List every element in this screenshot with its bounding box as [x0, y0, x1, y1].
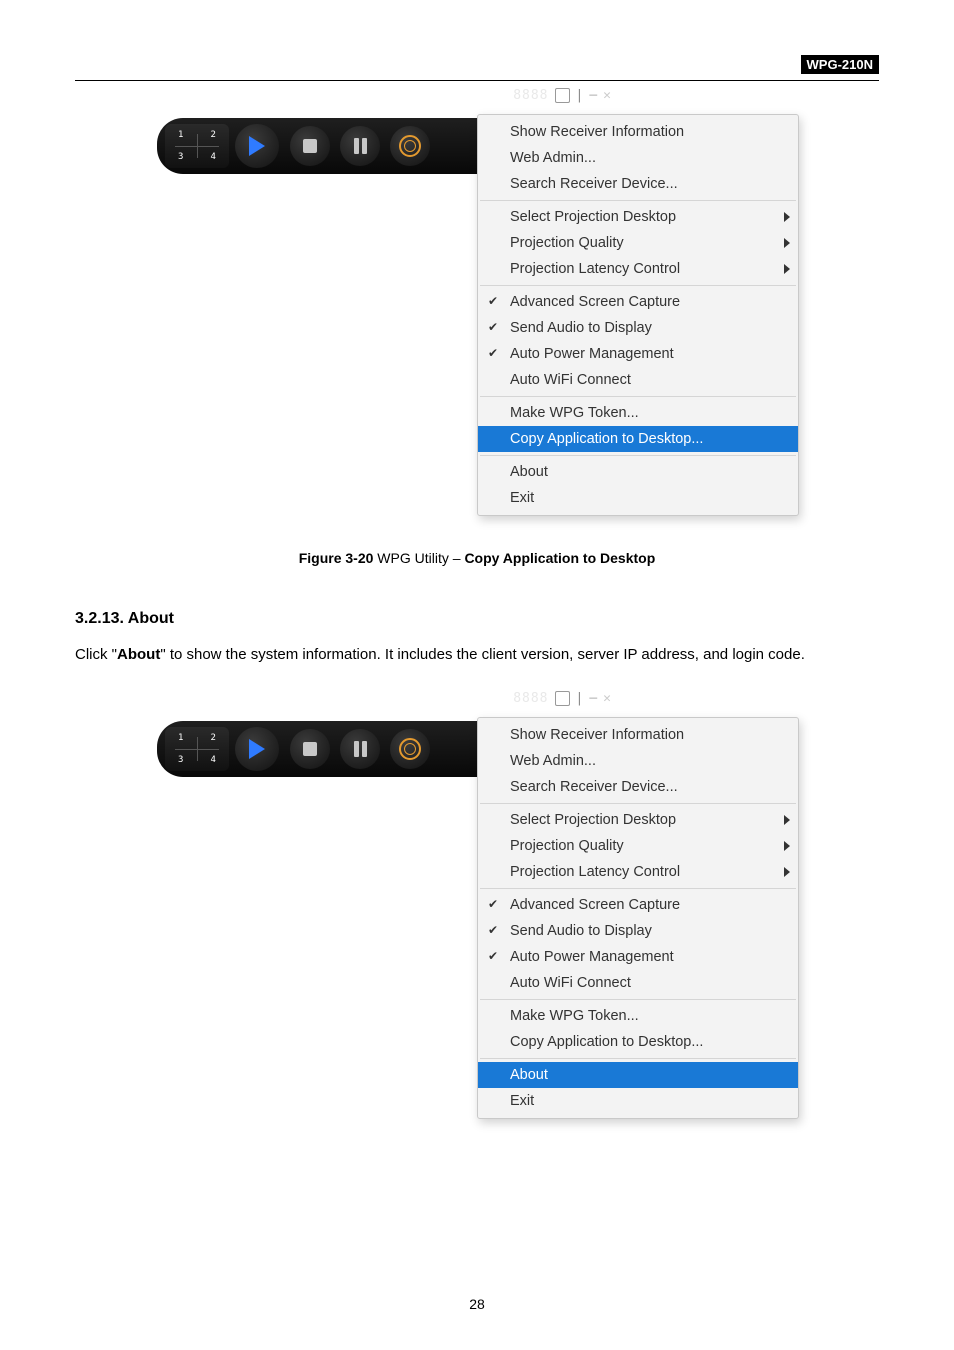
bar-top-strip: 8888 | – ✕ [513, 691, 611, 706]
menu-separator [480, 200, 796, 201]
pause-button[interactable] [340, 729, 380, 769]
menu-item[interactable]: Show Receiver Information [478, 722, 798, 748]
play-icon [249, 136, 265, 156]
header-rule [75, 80, 879, 81]
menu-item[interactable]: Copy Application to Desktop... [478, 1029, 798, 1055]
menu-item[interactable]: Copy Application to Desktop... [478, 426, 798, 452]
context-menu-1: Show Receiver InformationWeb Admin...Sea… [477, 114, 799, 516]
menu-item[interactable]: Select Projection Desktop [478, 807, 798, 833]
menu-item[interactable]: Search Receiver Device... [478, 774, 798, 800]
menu-item[interactable]: Show Receiver Information [478, 119, 798, 145]
menu-separator [480, 803, 796, 804]
menu-item[interactable]: Select Projection Desktop [478, 204, 798, 230]
divider-icon: | [576, 88, 584, 103]
menu-item[interactable]: Projection Quality [478, 230, 798, 256]
menu-item[interactable]: Auto WiFi Connect [478, 970, 798, 996]
page-number: 28 [0, 1296, 954, 1312]
bar-top-strip: 8888 | – ✕ [513, 88, 611, 103]
globe-icon [399, 738, 421, 760]
stop-icon [303, 139, 317, 153]
menu-item[interactable]: Advanced Screen Capture [478, 289, 798, 315]
play-button[interactable] [235, 124, 279, 168]
menu-item[interactable]: Projection Latency Control [478, 859, 798, 885]
menu-separator [480, 455, 796, 456]
pause-button[interactable] [340, 126, 380, 166]
menu-separator [480, 999, 796, 1000]
network-button[interactable] [390, 126, 430, 166]
section-paragraph: Click "About" to show the system informa… [75, 646, 879, 663]
menu-item[interactable]: Auto WiFi Connect [478, 367, 798, 393]
menu-item[interactable]: Advanced Screen Capture [478, 892, 798, 918]
pause-icon [354, 138, 367, 154]
code-display: 8888 [513, 88, 548, 103]
pause-icon [354, 741, 367, 757]
stop-button[interactable] [290, 729, 330, 769]
close-icon[interactable]: ✕ [603, 691, 611, 706]
menu-item[interactable]: Make WPG Token... [478, 1003, 798, 1029]
menu-icon[interactable] [555, 88, 570, 103]
menu-item[interactable]: Exit [478, 1088, 798, 1114]
stop-button[interactable] [290, 126, 330, 166]
menu-separator [480, 888, 796, 889]
menu-item[interactable]: About [478, 1062, 798, 1088]
menu-item[interactable]: Projection Latency Control [478, 256, 798, 282]
minimize-icon[interactable]: – [589, 691, 597, 706]
close-icon[interactable]: ✕ [603, 88, 611, 103]
menu-icon[interactable] [555, 691, 570, 706]
divider-icon: | [576, 691, 584, 706]
menu-item[interactable]: Auto Power Management [478, 944, 798, 970]
menu-item[interactable]: Send Audio to Display [478, 918, 798, 944]
quadrant-selector[interactable]: 1 2 3 4 [165, 124, 229, 168]
menu-item[interactable]: About [478, 459, 798, 485]
network-button[interactable] [390, 729, 430, 769]
menu-item[interactable]: Exit [478, 485, 798, 511]
code-display: 8888 [513, 691, 548, 706]
menu-item[interactable]: Search Receiver Device... [478, 171, 798, 197]
menu-separator [480, 285, 796, 286]
menu-separator [480, 396, 796, 397]
menu-item[interactable]: Projection Quality [478, 833, 798, 859]
play-icon [249, 739, 265, 759]
stop-icon [303, 742, 317, 756]
menu-separator [480, 1058, 796, 1059]
play-button[interactable] [235, 727, 279, 771]
figure-1: 8888 | – ✕ 1 2 3 4 Show Receiver Informa… [157, 100, 797, 558]
product-badge: WPG-210N [801, 55, 879, 74]
minimize-icon[interactable]: – [589, 88, 597, 103]
context-menu-2: Show Receiver InformationWeb Admin...Sea… [477, 717, 799, 1119]
figure-2: 8888 | – ✕ 1 2 3 4 Show Receiver Informa… [157, 703, 797, 1161]
menu-item[interactable]: Send Audio to Display [478, 315, 798, 341]
menu-item[interactable]: Make WPG Token... [478, 400, 798, 426]
section-heading: 3.2.13. About [75, 610, 879, 628]
menu-item[interactable]: Web Admin... [478, 145, 798, 171]
menu-item[interactable]: Auto Power Management [478, 341, 798, 367]
menu-item[interactable]: Web Admin... [478, 748, 798, 774]
globe-icon [399, 135, 421, 157]
quadrant-selector[interactable]: 1 2 3 4 [165, 727, 229, 771]
